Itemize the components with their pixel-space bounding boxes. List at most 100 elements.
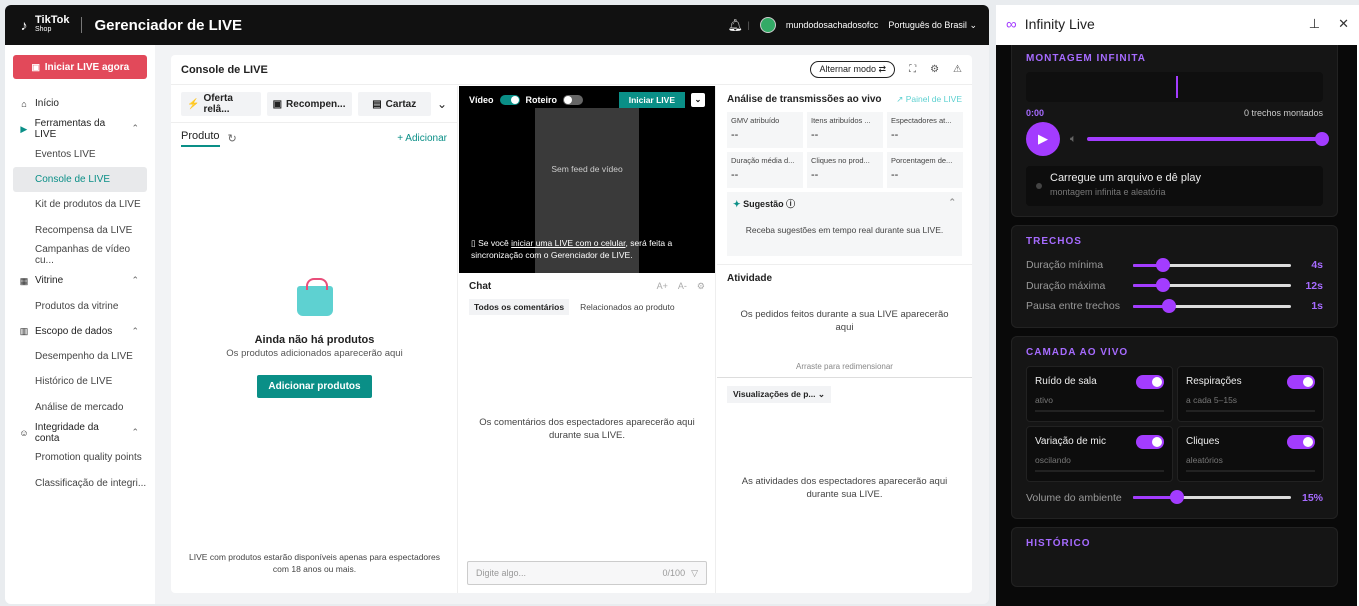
language-selector[interactable]: Português do Brasil ⌄ bbox=[888, 20, 977, 31]
chevron-down-icon[interactable]: ⌄ bbox=[691, 93, 705, 107]
avatar[interactable] bbox=[759, 17, 776, 33]
slider-handle[interactable] bbox=[1156, 257, 1171, 272]
pin-icon[interactable]: ⊥ bbox=[1309, 16, 1320, 32]
min-duration-slider[interactable] bbox=[1133, 257, 1291, 272]
chat-header: Chat A+ A- ⚙ bbox=[459, 273, 715, 299]
sidebar-item-promotion-quality[interactable]: Promotion quality points bbox=[13, 445, 147, 470]
history-section: HISTÓRICO bbox=[1011, 527, 1338, 587]
chat-input[interactable]: Digite algo... 0/100 ▽ bbox=[467, 561, 707, 585]
bell-icon[interactable]: 🔔︎ bbox=[727, 19, 742, 31]
max-duration-slider[interactable] bbox=[1133, 278, 1291, 293]
sidebar-item-market-analysis[interactable]: Análise de mercado bbox=[13, 395, 147, 420]
sidebar-item-video-campaigns[interactable]: Campanhas de vídeo cu... bbox=[13, 243, 147, 268]
font-down-button[interactable]: A- bbox=[678, 281, 687, 292]
add-product-link[interactable]: + Adicionar bbox=[397, 133, 447, 144]
volume-icon[interactable]: 🔈︎ bbox=[1070, 133, 1077, 146]
sidebar-item-live-history[interactable]: Histórico de LIVE bbox=[13, 369, 147, 394]
script-toggle[interactable] bbox=[563, 95, 584, 105]
mobile-live-link[interactable]: iniciar uma LIVE com o celular bbox=[511, 238, 625, 248]
sidebar-item-showcase-products[interactable]: Produtos da vitrine bbox=[13, 293, 147, 318]
sidebar-item-account-integrity[interactable]: ☺ Integridade da conta ⌃ bbox=[13, 420, 147, 445]
sidebar-item-live-events[interactable]: Eventos LIVE bbox=[13, 142, 147, 167]
activity-panel: Atividade Os pedidos feitos durante a su… bbox=[717, 264, 972, 377]
chat-placeholder: Digite algo... bbox=[476, 568, 527, 578]
refresh-icon[interactable]: ↻ bbox=[228, 132, 237, 145]
start-live-video-button[interactable]: Iniciar LIVE bbox=[618, 92, 685, 108]
product-tabs: Produto ↻ + Adicionar bbox=[171, 123, 457, 153]
font-up-button[interactable]: A+ bbox=[657, 281, 668, 292]
pause-slider[interactable] bbox=[1133, 298, 1291, 313]
tiktok-icon: ♪ bbox=[20, 17, 28, 33]
mic-variation-toggle[interactable] bbox=[1136, 434, 1164, 449]
activity-title: Atividade bbox=[727, 273, 773, 284]
age-note: LIVE com produtos estarão disponíveis ap… bbox=[189, 552, 440, 574]
warning-icon[interactable]: ⚠ bbox=[953, 64, 962, 75]
chevron-up-icon[interactable]: ⌃ bbox=[948, 197, 956, 208]
metric-card: Duração média d... -- bbox=[727, 152, 803, 188]
sidebar-item-live-reward[interactable]: Recompensa da LIVE bbox=[13, 217, 147, 242]
console-header: Console de LIVE Alternar modo ⇄ ⛶ ⚙ ⚠ bbox=[171, 55, 972, 85]
ambient-volume-slider[interactable] bbox=[1133, 490, 1291, 505]
metric-card: Porcentagem de... -- bbox=[887, 152, 963, 188]
sidebar-item-data-scope[interactable]: ▥ Escopo de dados ⌃ bbox=[13, 319, 147, 344]
help-icon[interactable]: ⓘ bbox=[786, 199, 795, 209]
video-label: Vídeo bbox=[469, 95, 494, 105]
chevron-down-icon: ⌄ bbox=[817, 389, 826, 399]
waveform[interactable] bbox=[1026, 72, 1323, 102]
metric-card: Cliques no prod... -- bbox=[807, 152, 883, 188]
slider-handle[interactable] bbox=[1170, 490, 1185, 505]
chevron-down-icon[interactable]: ⌄ bbox=[437, 97, 447, 111]
volume-slider[interactable] bbox=[1086, 132, 1329, 146]
reward-button[interactable]: ▣ Recompen... bbox=[266, 92, 352, 116]
tab-product[interactable]: Produto bbox=[181, 130, 220, 147]
montage-section: MONTAGEM INFINITA 0:00 0 trechos montados… bbox=[1011, 45, 1338, 217]
slider-handle[interactable] bbox=[1162, 298, 1177, 313]
slider-handle[interactable] bbox=[1156, 278, 1171, 293]
video-toggle[interactable] bbox=[499, 95, 520, 105]
empty-subtitle: Os produtos adicionados aparecerão aqui bbox=[226, 348, 403, 359]
video-toolbar: Vídeo Roteiro Iniciar LIVE ⌄ bbox=[469, 92, 705, 108]
close-icon[interactable]: ✕ bbox=[1338, 16, 1349, 32]
poster-button[interactable]: ▤ Cartaz bbox=[357, 92, 431, 116]
chevron-up-icon: ⌃ bbox=[131, 325, 139, 336]
start-live-button[interactable]: ▣ Iniciar LIVE agora bbox=[13, 55, 147, 79]
tab-product-comments[interactable]: Relacionados ao produto bbox=[575, 299, 680, 315]
views-empty: As atividades dos espectadores aparecerã… bbox=[741, 476, 948, 500]
char-counter: 0/100 bbox=[662, 568, 686, 578]
load-file-box[interactable]: Carregue um arquivo e dê play montagem i… bbox=[1026, 166, 1323, 206]
sidebar-item-product-kit[interactable]: Kit de produtos da LIVE bbox=[13, 192, 147, 217]
tab-all-comments[interactable]: Todos os comentários bbox=[469, 299, 570, 315]
swap-icon: ⇄ bbox=[878, 64, 887, 74]
clicks-toggle[interactable] bbox=[1287, 434, 1315, 449]
sidebar-item-live-tools[interactable]: ▶ Ferramentas da LIVE ⌃ bbox=[13, 116, 147, 141]
switch-mode-button[interactable]: Alternar modo ⇄ bbox=[810, 61, 896, 78]
ambient-volume-row: Volume do ambiente 15% bbox=[1026, 490, 1323, 505]
offer-button[interactable]: ⚡ Oferta relâ... bbox=[181, 92, 261, 116]
live-dashboard-link[interactable]: ↗ Painel de LIVE bbox=[896, 94, 962, 105]
time-readout: 0:00 bbox=[1026, 108, 1045, 118]
sidebar-item-live-console[interactable]: Console de LIVE bbox=[13, 166, 147, 193]
fullscreen-icon[interactable]: ⛶ bbox=[909, 64, 916, 75]
sidebar-item-home[interactable]: ⌂ Início bbox=[13, 91, 147, 116]
add-products-button[interactable]: Adicionar produtos bbox=[257, 375, 372, 398]
settings-icon[interactable]: ⚙ bbox=[697, 281, 705, 292]
tool-buttons: ⚡ Oferta relâ... ▣ Recompen... ▤ Cartaz ⌄ bbox=[171, 86, 457, 123]
chevron-down-icon: ⌄ bbox=[969, 19, 977, 30]
sidebar-item-live-performance[interactable]: Desempenho da LIVE bbox=[13, 344, 147, 369]
resize-hint[interactable]: Arraste para redimensionar bbox=[717, 362, 972, 371]
settings-icon[interactable]: ⚙ bbox=[930, 64, 939, 75]
tiktok-shop-logo[interactable]: ♪ TikTok Shop bbox=[17, 15, 70, 35]
room-noise-toggle[interactable] bbox=[1136, 374, 1164, 389]
sidebar-item-showcase[interactable]: ▦ Vitrine ⌃ bbox=[13, 268, 147, 293]
mobile-sync-note: ▯ Se você iniciar uma LIVE com o celular… bbox=[471, 238, 673, 260]
sidebar-item-integrity-rating[interactable]: Classificação de integri... bbox=[13, 470, 147, 495]
room-noise-card: Ruído de sala ativo bbox=[1026, 365, 1173, 422]
username[interactable]: mundodosachadosofcc bbox=[786, 20, 879, 30]
breathing-card: Respirações a cada 5–15s bbox=[1177, 365, 1324, 422]
user-icon: ☺ bbox=[19, 427, 29, 438]
breathing-toggle[interactable] bbox=[1287, 374, 1315, 389]
slider-handle[interactable] bbox=[1315, 132, 1329, 146]
play-button[interactable]: ▶ bbox=[1026, 122, 1060, 156]
filter-icon[interactable]: ▽ bbox=[691, 568, 698, 579]
views-select[interactable]: Visualizações de p... ⌄ bbox=[727, 386, 832, 403]
